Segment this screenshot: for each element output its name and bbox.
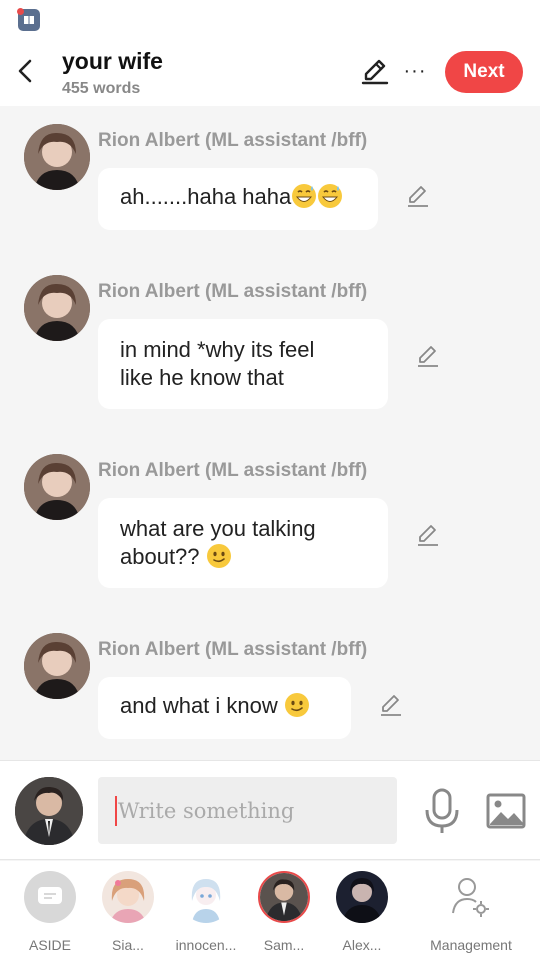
story-title: your wife	[62, 48, 163, 74]
character-avatar	[336, 871, 388, 923]
grinning-sweat-emoji-icon	[318, 184, 343, 208]
character-avatar	[258, 871, 310, 923]
sender-name: Rion Albert (ML assistant /bff)	[98, 639, 368, 660]
back-button[interactable]	[12, 56, 38, 86]
text-cursor	[115, 795, 117, 826]
cast-character[interactable]: Sia...	[90, 871, 166, 953]
app-notification-icon	[17, 8, 40, 31]
grinning-sweat-emoji-icon	[292, 184, 317, 208]
chat-bubble-icon	[38, 887, 62, 904]
cast-label: Sam...	[263, 937, 305, 953]
management-label: Management	[430, 937, 512, 953]
sender-name: Rion Albert (ML assistant /bff)	[98, 281, 368, 302]
message-bubble[interactable]: ah.......haha haha	[98, 168, 378, 230]
chevron-left-icon	[18, 59, 32, 83]
current-character-avatar[interactable]	[15, 777, 83, 845]
cast-label: Alex...	[342, 937, 382, 953]
next-button[interactable]: Next	[445, 51, 523, 93]
message-input[interactable]: Write something	[98, 777, 397, 844]
message-text: ah.......haha haha	[120, 184, 292, 209]
smiling-emoji-icon	[284, 693, 309, 717]
cast-aside[interactable]: ASIDE	[12, 871, 88, 953]
chat-thread[interactable]: Rion Albert (ML assistant /bff) ah......…	[0, 106, 540, 760]
character-avatar	[180, 871, 232, 923]
word-count: 455 words	[62, 80, 141, 97]
edit-message-pencil-icon[interactable]	[415, 342, 441, 368]
sender-avatar[interactable]	[24, 124, 90, 190]
message-text-line: in mind *why its feel	[120, 337, 315, 362]
smiling-emoji-icon	[206, 544, 231, 568]
edit-message-pencil-icon[interactable]	[378, 691, 404, 717]
more-options-button[interactable]: ···	[402, 56, 428, 86]
message-bubble[interactable]: and what i know	[98, 677, 351, 739]
user-gear-icon	[452, 878, 489, 917]
cast-character[interactable]: Alex...	[324, 871, 400, 953]
status-bar	[0, 0, 540, 40]
message-text-line: like he know that	[120, 365, 284, 390]
message-text-line: about??	[120, 544, 200, 569]
edit-title-button[interactable]	[360, 56, 390, 86]
message-bubble[interactable]: what are you talking about??	[98, 498, 388, 588]
message-text: and what i know	[120, 693, 278, 718]
cast-label: innocen...	[175, 937, 237, 953]
cast-character[interactable]: innocen...	[168, 871, 244, 953]
header: your wife 455 words ··· Next	[0, 40, 540, 106]
message-composer: Write something	[0, 760, 540, 860]
message-text-line: what are you talking	[120, 516, 316, 541]
edit-message-pencil-icon[interactable]	[405, 182, 431, 208]
pencil-icon	[361, 59, 389, 85]
aside-icon-circle	[24, 871, 76, 923]
character-avatar	[102, 871, 154, 923]
edit-message-pencil-icon[interactable]	[415, 521, 441, 547]
microphone-icon[interactable]	[422, 786, 462, 836]
sender-name: Rion Albert (ML assistant /bff)	[98, 130, 368, 151]
cast-character-selected[interactable]: Sam...	[246, 871, 322, 953]
cast-label: Sia...	[112, 937, 144, 953]
message-bubble[interactable]: in mind *why its feel like he know that	[98, 319, 388, 409]
sender-avatar[interactable]	[24, 454, 90, 520]
image-icon[interactable]	[486, 791, 526, 831]
character-bar: ASIDE Sia... innocen... Sam... Alex... M…	[0, 861, 540, 960]
message-input-placeholder: Write something	[118, 798, 295, 823]
cast-label: ASIDE	[28, 937, 71, 953]
management-button[interactable]: Management	[426, 871, 516, 953]
sender-avatar[interactable]	[24, 275, 90, 341]
sender-avatar[interactable]	[24, 633, 90, 699]
sender-name: Rion Albert (ML assistant /bff)	[98, 460, 368, 481]
